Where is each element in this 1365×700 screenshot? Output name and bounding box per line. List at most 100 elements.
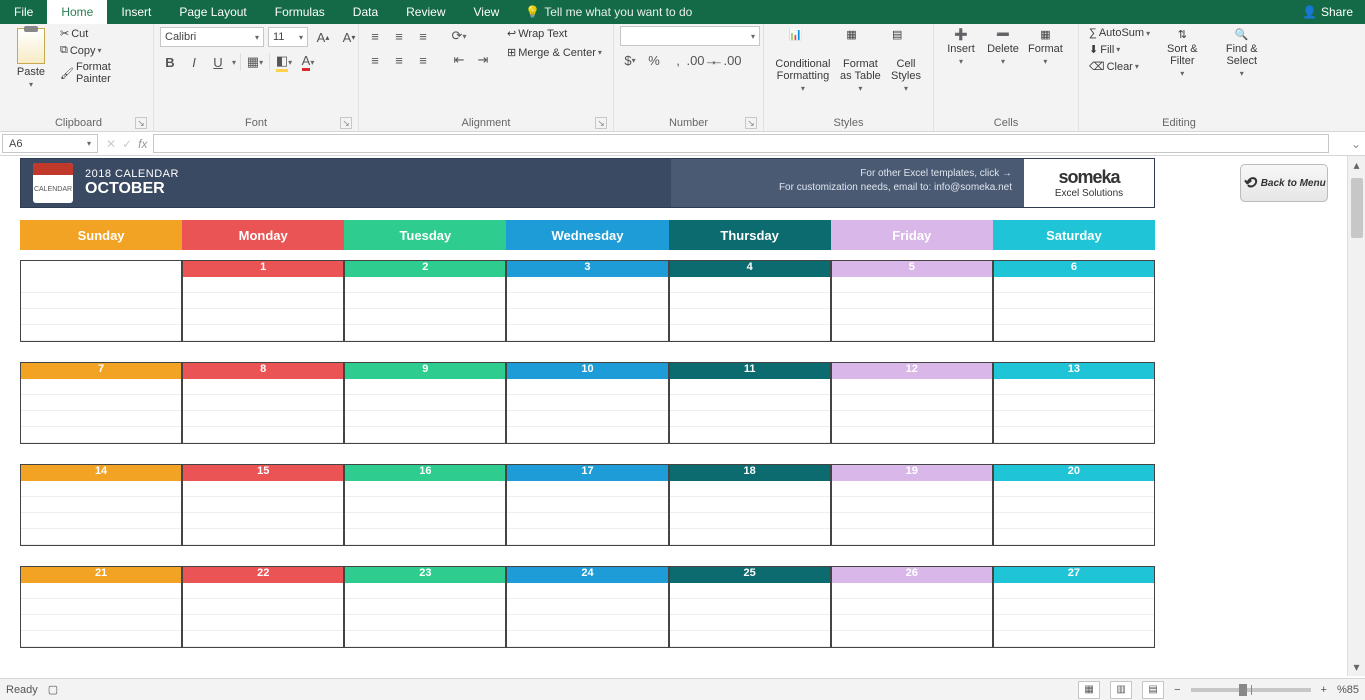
percent-button[interactable]: %: [644, 50, 664, 70]
calendar-cell-body[interactable]: [183, 379, 343, 443]
fill-color-button[interactable]: ◧▾: [274, 52, 294, 72]
conditional-formatting-button[interactable]: 📊 Conditional Formatting▾: [770, 26, 836, 95]
normal-view-button[interactable]: ▦: [1078, 681, 1100, 699]
calendar-cell-body[interactable]: [832, 379, 992, 443]
insert-cells-button[interactable]: ➕Insert▾: [940, 26, 982, 68]
calendar-cell-body[interactable]: [994, 277, 1154, 341]
paste-button[interactable]: Paste ▾: [10, 26, 52, 91]
calendar-cell[interactable]: 2: [344, 260, 506, 342]
scroll-thumb[interactable]: [1351, 178, 1363, 238]
calendar-cell-body[interactable]: [832, 277, 992, 341]
font-size-select[interactable]: 11▾: [268, 27, 308, 47]
calendar-cell[interactable]: 3: [506, 260, 668, 342]
calendar-cell-body[interactable]: [832, 481, 992, 545]
bold-button[interactable]: B: [160, 52, 180, 72]
zoom-in-button[interactable]: +: [1321, 684, 1327, 696]
wrap-text-button[interactable]: ↩Wrap Text: [503, 26, 606, 41]
calendar-cell[interactable]: 12: [831, 362, 993, 444]
cut-button[interactable]: ✂Cut: [56, 26, 147, 41]
calendar-cell-body[interactable]: [183, 583, 343, 647]
dialog-launcher-icon[interactable]: ↘: [595, 117, 607, 129]
find-select-button[interactable]: 🔍Find & Select▾: [1211, 26, 1274, 80]
align-right-button[interactable]: ≡: [413, 50, 433, 70]
zoom-out-button[interactable]: −: [1174, 684, 1180, 696]
vertical-scrollbar[interactable]: ▴ ▾: [1347, 156, 1365, 676]
calendar-cell-body[interactable]: [507, 277, 667, 341]
tab-page-layout[interactable]: Page Layout: [165, 0, 260, 24]
cell-grid[interactable]: CALENDAR 2018 CALENDAR OCTOBER For other…: [20, 158, 1340, 658]
calendar-cell-body[interactable]: [21, 277, 181, 341]
page-break-view-button[interactable]: ▤: [1142, 681, 1164, 699]
calendar-cell[interactable]: 25: [669, 566, 831, 648]
calendar-cell[interactable]: 26: [831, 566, 993, 648]
format-cells-button[interactable]: ▦Format▾: [1024, 26, 1067, 68]
calendar-cell-body[interactable]: [507, 379, 667, 443]
calendar-cell-body[interactable]: [345, 583, 505, 647]
calendar-cell[interactable]: 10: [506, 362, 668, 444]
calendar-cell-body[interactable]: [183, 481, 343, 545]
calendar-cell[interactable]: 6: [993, 260, 1155, 342]
calendar-cell[interactable]: 11: [669, 362, 831, 444]
scroll-up-icon[interactable]: ▴: [1348, 156, 1365, 174]
format-painter-button[interactable]: 🖌Format Painter: [56, 60, 147, 86]
calendar-cell-body[interactable]: [670, 379, 830, 443]
expand-formula-bar[interactable]: ⌄: [1347, 132, 1365, 155]
cancel-icon[interactable]: ✕: [106, 137, 116, 151]
align-middle-button[interactable]: ≡: [389, 26, 409, 46]
tab-formulas[interactable]: Formulas: [261, 0, 339, 24]
fx-icon[interactable]: fx: [138, 137, 147, 151]
calendar-cell[interactable]: 9: [344, 362, 506, 444]
borders-button[interactable]: ▦▾: [245, 52, 265, 72]
dialog-launcher-icon[interactable]: ↘: [135, 117, 147, 129]
calendar-cell[interactable]: 17: [506, 464, 668, 546]
tab-file[interactable]: File: [0, 0, 47, 24]
calendar-cell-body[interactable]: [832, 583, 992, 647]
calendar-cell[interactable]: 20: [993, 464, 1155, 546]
orientation-button[interactable]: ⟳▾: [449, 26, 469, 46]
calendar-cell-body[interactable]: [994, 379, 1154, 443]
align-left-button[interactable]: ≡: [365, 50, 385, 70]
tab-data[interactable]: Data: [339, 0, 392, 24]
number-format-select[interactable]: ▾: [620, 26, 760, 46]
increase-decimal-button[interactable]: .00→: [692, 50, 712, 70]
decrease-decimal-button[interactable]: ←.00: [716, 50, 736, 70]
tab-review[interactable]: Review: [392, 0, 459, 24]
calendar-cell-body[interactable]: [21, 379, 181, 443]
dialog-launcher-icon[interactable]: ↘: [745, 117, 757, 129]
calendar-cell[interactable]: 4: [669, 260, 831, 342]
currency-button[interactable]: $▾: [620, 50, 640, 70]
calendar-cell-body[interactable]: [994, 481, 1154, 545]
calendar-cell[interactable]: 23: [344, 566, 506, 648]
calendar-cell[interactable]: 7: [20, 362, 182, 444]
comma-button[interactable]: ,: [668, 50, 688, 70]
calendar-cell-body[interactable]: [670, 481, 830, 545]
calendar-cell[interactable]: 24: [506, 566, 668, 648]
tab-insert[interactable]: Insert: [107, 0, 165, 24]
calendar-cell-body[interactable]: [507, 481, 667, 545]
zoom-value[interactable]: %85: [1337, 684, 1359, 696]
name-box[interactable]: A6▾: [2, 134, 98, 153]
align-top-button[interactable]: ≡: [365, 26, 385, 46]
sort-filter-button[interactable]: ⇅Sort & Filter▾: [1154, 26, 1210, 80]
autosum-button[interactable]: ∑AutoSum▾: [1085, 26, 1154, 40]
copy-button[interactable]: ⧉Copy▾: [56, 43, 147, 58]
calendar-cell[interactable]: 14: [20, 464, 182, 546]
calendar-cell-body[interactable]: [21, 481, 181, 545]
increase-font-button[interactable]: A▴: [312, 26, 334, 48]
zoom-slider[interactable]: [1191, 688, 1311, 692]
calendar-cell-body[interactable]: [21, 583, 181, 647]
decrease-indent-button[interactable]: ⇤: [449, 50, 469, 70]
calendar-cell-body[interactable]: [670, 277, 830, 341]
calendar-cell[interactable]: 16: [344, 464, 506, 546]
font-name-select[interactable]: Calibri▾: [160, 27, 264, 47]
calendar-cell-body[interactable]: [345, 481, 505, 545]
macro-record-icon[interactable]: ▢: [48, 683, 58, 696]
calendar-cell[interactable]: 18: [669, 464, 831, 546]
calendar-cell[interactable]: 22: [182, 566, 344, 648]
merge-center-button[interactable]: ⊞Merge & Center▾: [503, 45, 606, 60]
formula-input[interactable]: [153, 134, 1329, 153]
calendar-cell-body[interactable]: [994, 583, 1154, 647]
dialog-launcher-icon[interactable]: ↘: [340, 117, 352, 129]
page-layout-view-button[interactable]: ▥: [1110, 681, 1132, 699]
calendar-cell-body[interactable]: [345, 379, 505, 443]
